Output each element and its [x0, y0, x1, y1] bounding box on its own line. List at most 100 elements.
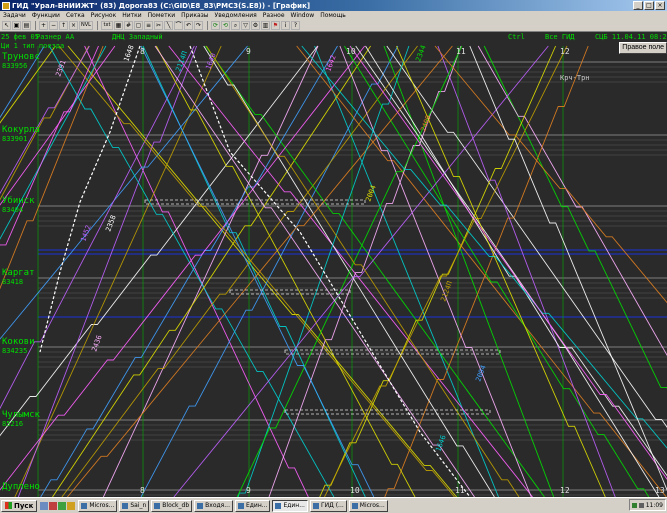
chart-icon[interactable]: ▥ [261, 21, 270, 30]
window-icon[interactable]: ▢ [134, 21, 143, 30]
search-icon[interactable]: ⌕ [231, 21, 240, 30]
toolbar-separator [207, 21, 208, 30]
app-icon [81, 502, 88, 509]
taskbar-task[interactable]: Sai_n [119, 499, 150, 512]
menu-item-marks[interactable]: Пометки [145, 12, 178, 19]
volume-icon[interactable] [638, 502, 644, 508]
list-icon[interactable]: ≡ [144, 21, 153, 30]
station-name[interactable]: Каргат [2, 268, 35, 278]
arc-tool-icon[interactable]: ⌒ [174, 21, 183, 30]
up-arrow-icon[interactable]: ↑ [59, 21, 68, 30]
station-name[interactable]: Кокови [2, 337, 35, 347]
txt-button[interactable]: txt [101, 21, 113, 30]
redo-icon[interactable]: ↷ [194, 21, 203, 30]
train-graph-canvas[interactable]: 2114П1648 16402391 16422344240920042124П20… [0, 32, 667, 497]
station-name[interactable]: Дуплено [2, 482, 40, 492]
train-thread [384, 45, 589, 497]
quick-launch-icon[interactable] [67, 501, 76, 510]
refresh-icon[interactable]: ⟳ [211, 21, 220, 30]
minimize-button[interactable]: _ [633, 1, 643, 10]
help-icon[interactable]: ? [291, 21, 300, 30]
menu-item-threads[interactable]: Нитки [119, 12, 144, 19]
train-number-label: 1640 [204, 52, 217, 71]
hour-label-top: 12 [560, 47, 570, 56]
train-number-label: 2124П [439, 280, 454, 303]
taskbar-task[interactable]: Един... [234, 499, 271, 512]
sync-icon[interactable]: ⟲ [221, 21, 230, 30]
undo-icon[interactable]: ↶ [184, 21, 193, 30]
menu-item-functions[interactable]: Функции [29, 12, 63, 19]
train-number-label: 1648 [122, 44, 135, 63]
app-icon [197, 502, 204, 509]
train-thread [140, 45, 375, 497]
menu-item-drawing[interactable]: Рисунок [88, 12, 120, 19]
window-title: ГИД "Урал-ВНИИЖТ" (83) Дорога83 (C:\GID\… [12, 1, 311, 10]
toolbar-separator [97, 21, 98, 30]
train-thread [324, 45, 568, 497]
hour-label-top: 10 [346, 47, 356, 56]
zoom-out-icon[interactable]: − [49, 21, 58, 30]
taskbar-task-active[interactable]: Един... [272, 499, 308, 512]
menu-item-tasks[interactable]: Задачи [0, 12, 29, 19]
quick-launch-icon[interactable] [49, 501, 58, 510]
close-icon[interactable]: × [69, 21, 78, 30]
pointer-tool-icon[interactable]: ↖ [2, 21, 11, 30]
train-thread [0, 45, 366, 491]
right-panel-button[interactable]: Правое поле [619, 42, 667, 54]
taskbar-task[interactable]: ГИД (... [309, 499, 347, 512]
maximize-button[interactable]: □ [644, 1, 654, 10]
settings-icon[interactable]: ⚙ [251, 21, 260, 30]
maintenance-window-box [229, 289, 351, 295]
maintenance-window-box [144, 199, 366, 205]
train-thread [14, 45, 222, 497]
zoom-in-icon[interactable]: + [39, 21, 48, 30]
menu-item-window[interactable]: Window [288, 12, 318, 19]
train-number-label: 2358 [104, 214, 117, 233]
taskbar-task[interactable]: Входя... [194, 499, 233, 512]
menu-item-help[interactable]: Помощь [317, 12, 349, 19]
hour-label-top: 9 [246, 47, 251, 56]
close-button[interactable]: × [655, 1, 665, 10]
train-thread [437, 45, 616, 497]
menu-item-misc[interactable]: Разное [260, 12, 288, 19]
quick-launch-icon[interactable] [40, 501, 49, 510]
train-thread [314, 45, 499, 497]
cut-icon[interactable]: ✂ [154, 21, 163, 30]
train-graph[interactable]: 2114П 1648 1640 2391 1642 2344 2409 2004 2124П 20… [0, 32, 667, 497]
table-icon[interactable]: ▦ [114, 21, 123, 30]
train-thread [173, 45, 549, 497]
station-name[interactable]: Чулымск [2, 410, 40, 420]
station-code: 83404 [2, 206, 24, 214]
station-code: 83418 [2, 278, 24, 286]
taskbar-task[interactable]: Micros... [78, 499, 118, 512]
menu-item-notifications[interactable]: Уведомления [212, 12, 260, 19]
flag-icon[interactable]: ⚑ [271, 21, 280, 30]
start-label: Пуск [14, 501, 34, 510]
station-name[interactable]: Кокурла [2, 125, 40, 135]
window-titlebar[interactable]: ГИД "Урал-ВНИИЖТ" (83) Дорога83 (C:\GID\… [0, 0, 667, 11]
app-icon [154, 502, 161, 509]
station-code: 833901 [2, 135, 28, 143]
header-dispatcher: ДНЦ Западный [112, 33, 163, 41]
print-icon[interactable]: ▤ [22, 21, 31, 30]
filter-icon[interactable]: ▽ [241, 21, 250, 30]
menu-item-orders[interactable]: Приказы [178, 12, 211, 19]
hour-label-bottom: 8 [140, 486, 145, 495]
taskbar-task[interactable]: Micros... [348, 499, 388, 512]
nvl-button[interactable]: NVL [79, 21, 93, 30]
header-flag: A [70, 33, 75, 41]
line-tool-icon[interactable]: ╲ [164, 21, 173, 30]
quick-launch-icon[interactable] [58, 501, 67, 510]
info-icon[interactable]: i [281, 21, 290, 30]
menu-item-grid[interactable]: Сетка [63, 12, 88, 19]
station-name[interactable]: Труновс [2, 52, 40, 62]
taskbar-task[interactable]: Block_db [151, 499, 193, 512]
station-name[interactable]: Убинск [2, 196, 35, 206]
start-button[interactable]: Пуск [1, 499, 38, 512]
network-icon[interactable] [631, 502, 637, 508]
save-icon[interactable]: ▣ [12, 21, 21, 30]
header-date: 25 фев 05 [1, 33, 39, 41]
menu-bar: Задачи Функции Сетка Рисунок Нитки Помет… [0, 11, 667, 20]
header-all-gid: Все ГИД [545, 33, 575, 41]
grid-icon[interactable]: # [124, 21, 133, 30]
